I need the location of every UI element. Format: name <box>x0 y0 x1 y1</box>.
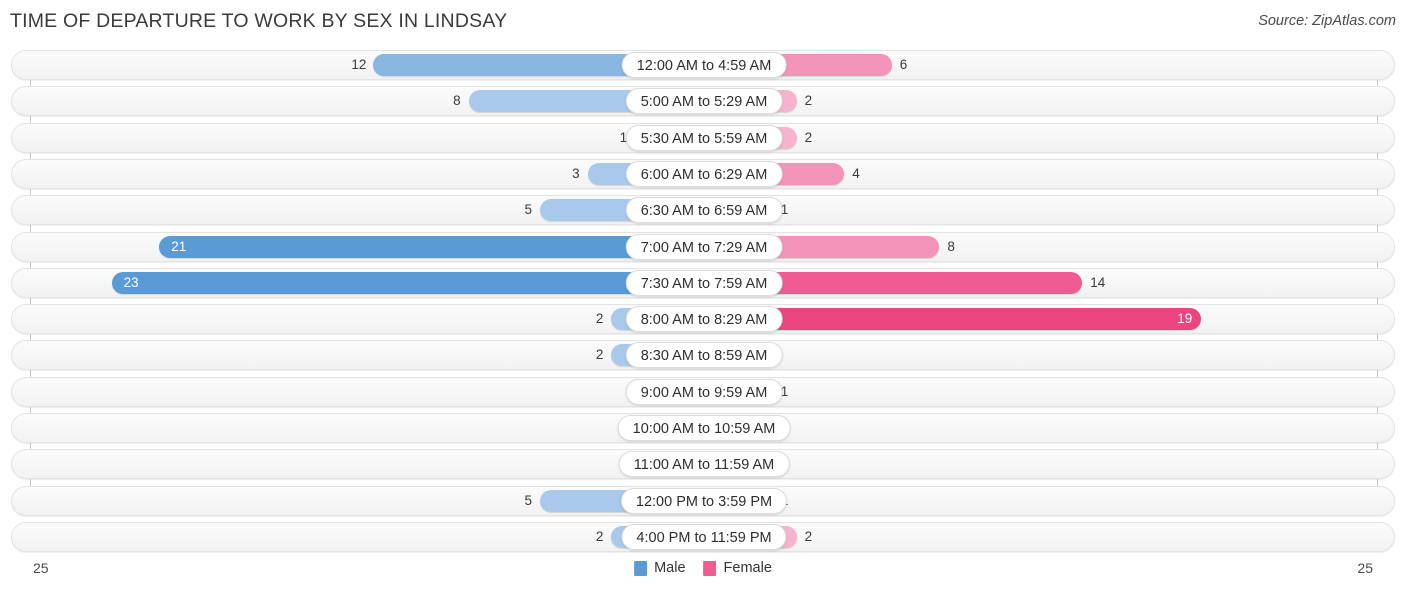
category-label: 9:00 AM to 9:59 AM <box>625 378 783 405</box>
category-label: 10:00 AM to 10:59 AM <box>617 415 791 441</box>
bar-value-male: 3 <box>572 165 580 181</box>
category-label: 5:00 AM to 5:29 AM <box>625 88 783 115</box>
table-row[interactable]: 5112:00 PM to 3:59 PM <box>11 485 1396 516</box>
bar-value-female: 6 <box>899 57 908 72</box>
bar-value-female: 2 <box>804 129 813 145</box>
table-row[interactable]: 2 19 8:00 AM to 8:29 AM <box>11 304 1396 335</box>
bar-value-female: 8 <box>947 238 955 254</box>
table-row[interactable]: 1 2 5:30 AM to 5:59 AM <box>11 122 1396 153</box>
bar-value-male: 2 <box>595 311 604 327</box>
table-row[interactable]: 23 14 7:30 AM to 7:59 AM <box>11 267 1396 298</box>
legend-swatch-icon <box>634 560 648 576</box>
row-bars: 019:00 AM to 9:59 AM <box>12 378 1396 406</box>
category-label: 5:30 AM to 5:59 AM <box>625 124 783 151</box>
bar-value-female: 2 <box>804 528 813 544</box>
table-row[interactable]: 8 2 5:00 AM to 5:29 AM <box>11 86 1396 117</box>
category-label: 7:00 AM to 7:29 AM <box>625 233 783 260</box>
chart-legend: Male Female <box>634 560 772 576</box>
category-label: 8:00 AM to 8:29 AM <box>625 306 783 333</box>
bar-value-male: 21 <box>171 238 187 254</box>
table-row[interactable]: 12 6 12:00 AM to 4:59 AM <box>11 50 1395 80</box>
category-label: 12:00 AM to 4:59 AM <box>621 52 787 78</box>
category-label: 8:30 AM to 8:59 AM <box>625 342 783 369</box>
row-bars: 12 6 12:00 AM to 4:59 AM <box>12 51 1396 79</box>
bar-value-male: 5 <box>524 492 532 508</box>
row-bars: 5 1 6:30 AM to 6:59 AM <box>12 196 1396 224</box>
row-bars: 1 2 5:30 AM to 5:59 AM <box>12 124 1396 152</box>
axis-label-left: 25 <box>33 560 49 576</box>
legend-swatch-icon <box>703 560 717 576</box>
table-row[interactable]: 019:00 AM to 9:59 AM <box>11 376 1396 407</box>
category-label: 4:00 PM to 11:59 PM <box>621 523 787 550</box>
category-label: 7:30 AM to 7:59 AM <box>625 269 783 296</box>
row-bars: 2 2 4:00 PM to 11:59 PM <box>12 523 1396 551</box>
row-bars: 23 14 7:30 AM to 7:59 AM <box>12 269 1396 297</box>
row-bars: 2 19 8:00 AM to 8:29 AM <box>12 305 1396 333</box>
row-bars: 3 4 6:00 AM to 6:29 AM <box>12 160 1396 188</box>
bar-value-female: 19 <box>1177 311 1193 327</box>
bar-value-male: 5 <box>524 202 532 218</box>
source-label: Source: ZipAtlas.com <box>1258 13 1396 29</box>
table-row[interactable]: 21 8 7:00 AM to 7:29 AM <box>11 231 1396 262</box>
bar-value-female: 14 <box>1090 274 1106 290</box>
table-row[interactable]: 2 2 4:00 PM to 11:59 PM <box>11 521 1396 552</box>
page-title: TIME OF DEPARTURE TO WORK BY SEX IN LIND… <box>10 10 508 32</box>
legend-item-male[interactable]: Male <box>634 560 686 576</box>
bar-male[interactable] <box>159 235 704 258</box>
table-row[interactable]: 0010:00 AM to 10:59 AM <box>11 413 1395 443</box>
row-bars: 5112:00 PM to 3:59 PM <box>12 487 1396 515</box>
row-bars: 21 8 7:00 AM to 7:29 AM <box>12 233 1396 261</box>
chart-page: TIME OF DEPARTURE TO WORK BY SEX IN LIND… <box>0 0 1406 595</box>
category-label: 11:00 AM to 11:59 AM <box>618 451 790 478</box>
table-row[interactable]: 0011:00 AM to 11:59 AM <box>11 449 1396 480</box>
bar-male[interactable] <box>111 271 704 294</box>
category-label: 6:00 AM to 6:29 AM <box>625 160 783 187</box>
bar-value-male: 2 <box>595 528 604 544</box>
bar-value-male: 23 <box>123 274 139 290</box>
table-row[interactable]: 208:30 AM to 8:59 AM <box>11 340 1396 371</box>
category-label: 12:00 PM to 3:59 PM <box>620 487 788 514</box>
legend-item-female[interactable]: Female <box>703 560 772 576</box>
table-row[interactable]: 3 4 6:00 AM to 6:29 AM <box>11 158 1396 189</box>
row-bars: 208:30 AM to 8:59 AM <box>12 341 1396 369</box>
row-bars: 0011:00 AM to 11:59 AM <box>12 450 1396 478</box>
bar-value-female: 2 <box>804 93 813 109</box>
bar-value-male: 12 <box>351 57 367 72</box>
legend-label: Female <box>723 560 772 576</box>
table-row[interactable]: 5 1 6:30 AM to 6:59 AM <box>11 195 1396 226</box>
bar-value-male: 8 <box>453 93 461 109</box>
bar-value-female: 4 <box>852 165 860 181</box>
row-bars: 8 2 5:00 AM to 5:29 AM <box>12 87 1396 115</box>
bar-value-male: 2 <box>595 347 604 363</box>
category-label: 6:30 AM to 6:59 AM <box>625 197 783 224</box>
axis-label-right: 25 <box>1357 560 1373 576</box>
chart-plot-area: 12 6 12:00 AM to 4:59 AM 8 2 5:00 AM to 5:29 … <box>0 50 1406 558</box>
row-bars: 0010:00 AM to 10:59 AM <box>12 414 1396 442</box>
legend-label: Male <box>654 560 686 576</box>
